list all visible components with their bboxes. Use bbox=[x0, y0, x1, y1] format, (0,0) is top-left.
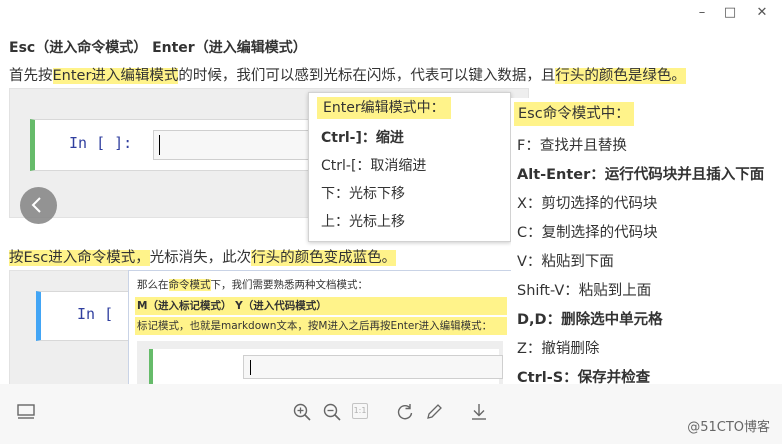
command-mode-shortcuts-list: Esc命令模式中： F：查找并且替换 Alt-Enter：运行代码块并且插入下面… bbox=[511, 98, 782, 384]
minimize-button[interactable]: – bbox=[691, 4, 713, 22]
previous-image-button[interactable] bbox=[20, 187, 57, 224]
shortcut-item: Shift-V：粘贴到上面 bbox=[517, 283, 652, 299]
edit-mode-shortcuts-panel: Enter编辑模式中： Ctrl-]：缩进 Ctrl-[：取消缩进 下：光标下移… bbox=[308, 92, 511, 242]
highlight-text: 行头的颜色是绿色。 bbox=[555, 68, 686, 84]
paragraph-text: 光标消失，此次 bbox=[149, 250, 252, 266]
chevron-left-icon bbox=[31, 197, 41, 213]
zoom-out-icon[interactable] bbox=[322, 402, 342, 422]
image-viewport: Esc（进入命令模式） Enter（进入编辑模式） 首先按Enter进入编辑模式… bbox=[0, 26, 782, 384]
shortcut-item: 上：光标上移 bbox=[321, 214, 405, 230]
thumbnail-panel-icon[interactable] bbox=[16, 402, 36, 422]
title-bar: – □ ✕ bbox=[0, 0, 782, 26]
text-cursor bbox=[250, 360, 251, 375]
nested-edit-cell bbox=[149, 349, 503, 384]
notes-text: 下，我们需要熟悉两种文档模式： bbox=[210, 279, 369, 291]
nested-code-input bbox=[243, 355, 503, 379]
shortcut-item: Ctrl-]：缩进 bbox=[321, 130, 404, 146]
panel-title: Enter编辑模式中： bbox=[317, 97, 451, 119]
actual-size-button[interactable]: 1:1 bbox=[352, 403, 368, 419]
paragraph-command-mode: 按Esc进入命令模式，光标消失，此次行头的颜色变成蓝色。 bbox=[9, 246, 397, 267]
notes-line: 那么在命令模式下，我们需要熟悉两种文档模式： bbox=[137, 277, 368, 292]
close-button[interactable]: ✕ bbox=[751, 4, 773, 22]
shortcut-item: V：粘贴到下面 bbox=[517, 254, 614, 270]
watermark: @51CTO博客 bbox=[687, 420, 770, 435]
text-cursor bbox=[159, 135, 160, 155]
shortcut-item: Alt-Enter：运行代码块并且插入下面 bbox=[517, 167, 765, 183]
notes-text: 那么在 bbox=[137, 279, 169, 291]
paragraph-edit-mode: 首先按Enter进入编辑模式的时候，我们可以感到光标在闪烁，代表可以键入数据，且… bbox=[9, 64, 686, 85]
shortcut-item: F：查找并且替换 bbox=[517, 138, 627, 154]
download-icon[interactable] bbox=[469, 402, 489, 422]
notes-line-bold: M（进入标记模式） Y（进入代码模式） bbox=[135, 297, 507, 315]
notes-line: 标记模式，也就是markdown文本，按M进入之后再按Enter进入编辑模式： bbox=[135, 317, 507, 335]
viewer-toolbar: 1:1 @51CTO博客 bbox=[0, 384, 782, 444]
paragraph-text: 首先按 bbox=[9, 68, 53, 84]
highlight-text: 命令模式 bbox=[168, 279, 211, 291]
shortcut-item: Z：撤销删除 bbox=[517, 341, 600, 357]
highlight-text: 按Esc进入命令模式， bbox=[9, 250, 150, 266]
list-title: Esc命令模式中： bbox=[514, 102, 634, 126]
cell-prompt: In [ bbox=[77, 305, 114, 323]
shortcut-item: X：剪切选择的代码块 bbox=[517, 196, 658, 212]
maximize-button[interactable]: □ bbox=[719, 4, 741, 22]
paragraph-text: 的时候，我们可以感到光标在闪烁，代表可以键入数据，且 bbox=[178, 68, 556, 84]
shortcut-item: Ctrl-[：取消缩进 bbox=[321, 158, 427, 174]
rotate-icon[interactable] bbox=[395, 402, 415, 422]
shortcut-item: Ctrl-S：保存并检查 bbox=[517, 370, 651, 384]
shortcut-item: C：复制选择的代码块 bbox=[517, 225, 658, 241]
shortcut-item: D,D：删除选中单元格 bbox=[517, 312, 663, 328]
highlight-text: 行头的颜色变成蓝色。 bbox=[251, 250, 397, 266]
shortcut-item: 下：光标下移 bbox=[321, 186, 405, 202]
nested-cell-screenshot bbox=[137, 341, 503, 384]
highlight-text: Enter进入编辑模式 bbox=[52, 68, 179, 84]
zoom-in-icon[interactable] bbox=[292, 402, 312, 422]
edit-pencil-icon[interactable] bbox=[424, 402, 444, 422]
mode-notes-screenshot: 那么在命令模式下，我们需要熟悉两种文档模式： M（进入标记模式） Y（进入代码模… bbox=[128, 270, 512, 384]
section-heading: Esc（进入命令模式） Enter（进入编辑模式） bbox=[9, 40, 307, 56]
cell-prompt: In [ ]: bbox=[69, 134, 133, 152]
